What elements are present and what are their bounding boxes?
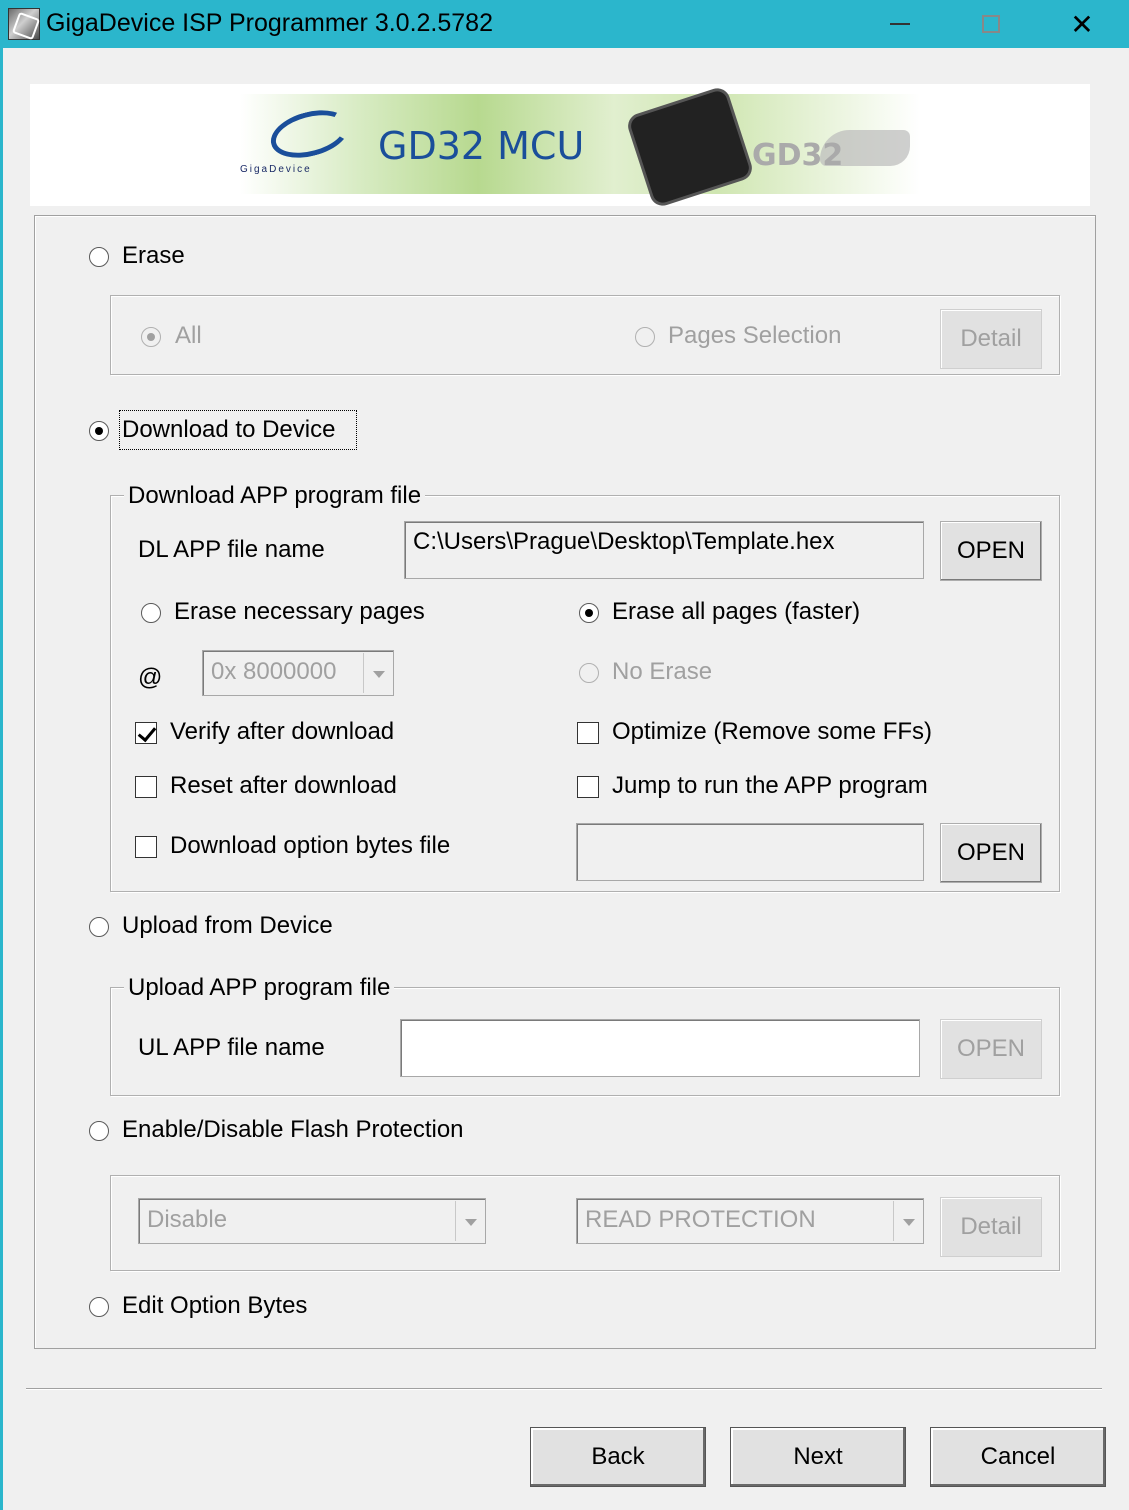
- erase-all-pages-label[interactable]: Erase all pages (faster): [612, 598, 860, 626]
- optimize-label[interactable]: Optimize (Remove some FFs): [612, 718, 932, 746]
- address-at-label: @: [138, 664, 163, 691]
- title-bar: GigaDevice ISP Programmer 3.0.2.5782 ✕: [0, 0, 1129, 48]
- option-bytes-checkbox[interactable]: [135, 836, 157, 858]
- address-value: 0x 8000000: [211, 658, 337, 685]
- protection-mode-value: Disable: [147, 1206, 228, 1233]
- ul-open-button[interactable]: OPEN: [940, 1019, 1042, 1079]
- next-button[interactable]: Next: [730, 1427, 906, 1487]
- erase-necessary-radio[interactable]: [141, 603, 161, 623]
- banner-brand: GigaDevice: [240, 164, 312, 175]
- protection-type-value: READ PROTECTION: [585, 1206, 816, 1233]
- jump-checkbox[interactable]: [577, 776, 599, 798]
- protection-detail-button[interactable]: Detail: [940, 1197, 1042, 1257]
- app-icon: [8, 8, 40, 40]
- no-erase-radio[interactable]: [579, 663, 599, 683]
- verify-checkbox[interactable]: [135, 722, 157, 744]
- protection-label[interactable]: Enable/Disable Flash Protection: [122, 1116, 464, 1144]
- option-bytes-label[interactable]: Download option bytes file: [170, 832, 450, 860]
- dl-open-button[interactable]: OPEN: [940, 521, 1042, 581]
- cancel-button[interactable]: Cancel: [930, 1427, 1106, 1487]
- option-bytes-file-field[interactable]: [576, 823, 924, 881]
- chevron-down-icon: [455, 1201, 483, 1241]
- maximize-button[interactable]: [946, 0, 1036, 48]
- protection-type-combo[interactable]: READ PROTECTION: [576, 1198, 924, 1244]
- reset-label[interactable]: Reset after download: [170, 772, 397, 800]
- banner: GigaDevice GD32 MCU GD32: [30, 84, 1090, 206]
- window-border: [0, 48, 3, 1510]
- chevron-down-icon: [363, 653, 391, 693]
- no-erase-label[interactable]: No Erase: [612, 658, 712, 686]
- banner-title: GD32 MCU: [378, 124, 585, 168]
- edit-option-bytes-label[interactable]: Edit Option Bytes: [122, 1292, 307, 1320]
- address-combo[interactable]: 0x 8000000: [202, 650, 394, 696]
- minimize-button[interactable]: [855, 0, 945, 48]
- ul-file-label: UL APP file name: [138, 1034, 325, 1061]
- edit-option-bytes-radio[interactable]: [89, 1297, 109, 1317]
- erase-label[interactable]: Erase: [122, 242, 185, 270]
- close-icon: ✕: [1070, 8, 1094, 40]
- jump-label[interactable]: Jump to run the APP program: [612, 772, 928, 800]
- erase-options-group: [110, 295, 1060, 375]
- chevron-down-icon: [893, 1201, 921, 1241]
- upload-label[interactable]: Upload from Device: [122, 912, 333, 940]
- protection-radio[interactable]: [89, 1121, 109, 1141]
- erase-all-label[interactable]: All: [175, 322, 202, 350]
- minimize-icon: [890, 23, 910, 25]
- verify-label[interactable]: Verify after download: [170, 718, 394, 746]
- erase-all-pages-radio[interactable]: [579, 603, 599, 623]
- ul-file-field[interactable]: [400, 1019, 920, 1077]
- download-label[interactable]: Download to Device: [122, 416, 335, 444]
- pages-selection-label[interactable]: Pages Selection: [668, 322, 841, 350]
- dl-file-field[interactable]: C:\Users\Prague\Desktop\Template.hex: [404, 521, 924, 579]
- close-button[interactable]: ✕: [1037, 0, 1127, 48]
- pages-selection-radio[interactable]: [635, 327, 655, 347]
- protection-mode-combo[interactable]: Disable: [138, 1198, 486, 1244]
- back-button[interactable]: Back: [530, 1427, 706, 1487]
- download-group-title: Download APP program file: [124, 482, 426, 510]
- upload-radio[interactable]: [89, 917, 109, 937]
- dl-file-label: DL APP file name: [138, 536, 325, 563]
- optimize-checkbox[interactable]: [577, 722, 599, 744]
- download-radio[interactable]: [89, 421, 109, 441]
- banner-mascot-text: GD32: [752, 138, 844, 173]
- banner-image: GigaDevice GD32 MCU GD32: [240, 88, 920, 206]
- erase-necessary-label[interactable]: Erase necessary pages: [174, 598, 425, 626]
- option-bytes-open-button[interactable]: OPEN: [940, 823, 1042, 883]
- erase-all-radio[interactable]: [141, 327, 161, 347]
- upload-group-title: Upload APP program file: [124, 974, 395, 1002]
- footer-divider: [26, 1388, 1102, 1390]
- reset-checkbox[interactable]: [135, 776, 157, 798]
- gigadevice-logo-icon: [265, 102, 355, 166]
- maximize-icon: [982, 15, 1000, 33]
- erase-detail-button[interactable]: Detail: [940, 309, 1042, 369]
- erase-radio[interactable]: [89, 247, 109, 267]
- chip-icon: [628, 88, 752, 206]
- window-title: GigaDevice ISP Programmer 3.0.2.5782: [46, 9, 493, 37]
